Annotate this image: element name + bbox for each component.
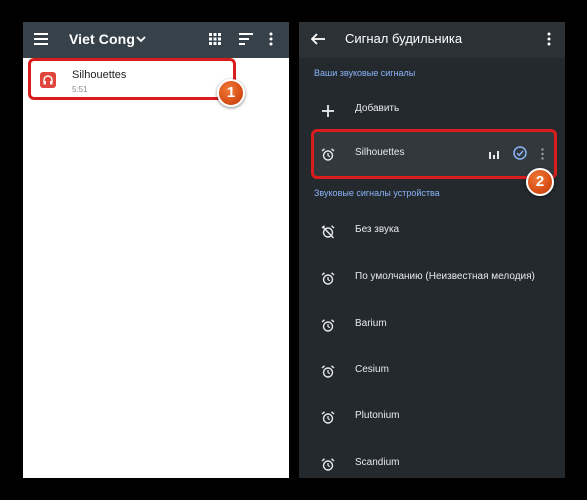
- sound-item-scandium[interactable]: Scandium: [299, 442, 565, 478]
- plus-icon: [322, 105, 334, 117]
- sound-item-label: Без звука: [355, 224, 400, 235]
- sound-item-label: Cesium: [355, 364, 389, 375]
- sound-item-plutonium[interactable]: Plutonium: [299, 395, 565, 441]
- step-badge-2: 2: [526, 168, 554, 196]
- alarm-icon: [321, 458, 335, 471]
- add-sound-button[interactable]: Добавить: [299, 88, 565, 134]
- sort-icon[interactable]: [239, 33, 253, 45]
- chevron-down-icon[interactable]: [135, 33, 147, 45]
- step-badge-1: 1: [217, 79, 245, 107]
- sound-item-label: По умолчанию (Неизвестная мелодия): [355, 271, 535, 282]
- sound-item-default[interactable]: По умолчанию (Неизвестная мелодия): [299, 256, 565, 302]
- sound-item-label: Scandium: [355, 457, 400, 468]
- add-label: Добавить: [355, 103, 400, 114]
- highlight-box-track: [28, 58, 236, 100]
- section-device-sounds: Звуковые сигналы устройства: [314, 188, 440, 198]
- sound-item-cesium[interactable]: Cesium: [299, 349, 565, 395]
- menu-icon[interactable]: [34, 33, 48, 45]
- alarm-icon: [321, 319, 335, 332]
- alarm-sound-screen: Сигнал будильника Ваши звуковые сигналы …: [299, 22, 565, 478]
- sound-item-barium[interactable]: Barium: [299, 303, 565, 349]
- section-your-sounds: Ваши звуковые сигналы: [314, 68, 416, 78]
- grid-view-icon[interactable]: [209, 33, 221, 45]
- highlight-box-selected-sound: [311, 129, 557, 179]
- alarm-icon: [321, 272, 335, 285]
- folder-title[interactable]: Viet Cong: [69, 31, 135, 47]
- sound-item-silent[interactable]: Без звука: [299, 209, 565, 255]
- more-vert-icon[interactable]: [269, 32, 273, 46]
- alarm-icon: [321, 365, 335, 378]
- alarm-off-icon: [321, 225, 335, 239]
- sound-item-label: Plutonium: [355, 410, 400, 421]
- sound-item-label: Barium: [355, 318, 387, 329]
- app-bar: Viet Cong: [23, 22, 289, 58]
- back-arrow-icon[interactable]: [311, 33, 325, 45]
- app-bar: Сигнал будильника: [299, 22, 565, 58]
- alarm-icon: [321, 411, 335, 424]
- more-vert-icon[interactable]: [547, 32, 551, 46]
- page-title: Сигнал будильника: [345, 31, 463, 46]
